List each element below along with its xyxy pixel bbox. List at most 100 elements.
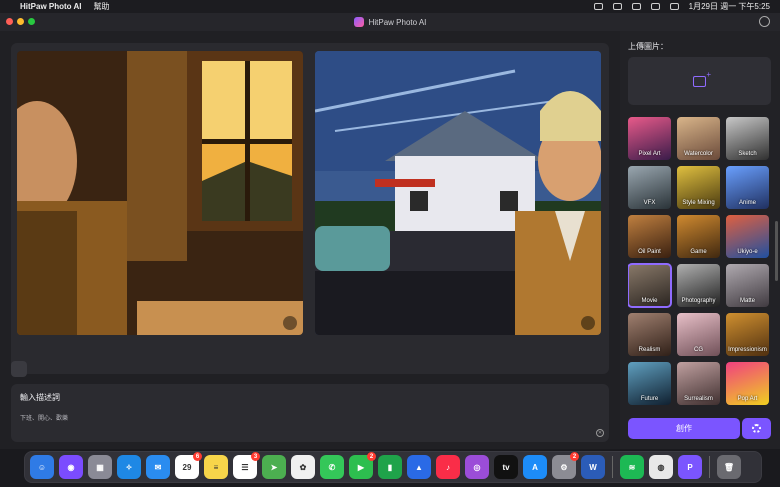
dock-glyph: ◉	[67, 462, 75, 472]
main-workspace: 輸入描述詞 下班、開心、歡樂 ✕	[0, 31, 620, 449]
hitpaw-app-icon[interactable]: P	[678, 455, 702, 479]
window-controls	[6, 18, 35, 25]
music-app-icon[interactable]: ♪	[436, 455, 460, 479]
dock-glyph: ◎	[473, 462, 481, 472]
menu-help[interactable]: 幫助	[93, 1, 109, 12]
podcasts-app-icon[interactable]: ◎	[465, 455, 489, 479]
upload-image-area[interactable]	[628, 57, 771, 105]
style-option-label: Oil Paint	[638, 249, 661, 255]
style-option[interactable]: Realism	[628, 313, 671, 356]
dock-glyph: ▲	[415, 462, 423, 472]
style-option[interactable]: Impressionism	[726, 313, 769, 356]
system-settings-app-icon[interactable]: ⚙ 2	[552, 452, 579, 479]
style-option[interactable]: CG	[677, 313, 720, 356]
chrome-app-icon[interactable]: ◍	[649, 455, 673, 479]
style-option-label: Sketch	[738, 151, 757, 157]
zoom-window-button[interactable]	[28, 18, 35, 25]
user-account-icon[interactable]	[759, 16, 770, 27]
menu-bar: HitPaw Photo AI 幫助 1月29日 週一 下午5:25	[0, 0, 780, 13]
numbers-app-icon[interactable]: ▮	[378, 455, 402, 479]
style-option[interactable]: Future	[628, 362, 671, 405]
close-window-button[interactable]	[6, 18, 13, 25]
style-option[interactable]: Watercolor	[677, 117, 720, 160]
style-option[interactable]: Game	[677, 215, 720, 258]
style-option[interactable]: Photography	[677, 264, 720, 307]
create-button[interactable]: 創作	[628, 418, 740, 439]
home-button[interactable]	[11, 361, 27, 377]
app-logo-icon	[353, 17, 364, 27]
style-option[interactable]: Ukiyo-e	[726, 215, 769, 258]
notification-badge: 2	[570, 452, 579, 461]
download-icon[interactable]	[283, 316, 297, 330]
notes-app-icon[interactable]: ≡	[204, 455, 228, 479]
maps-app-icon[interactable]: ➤	[262, 455, 286, 479]
style-option[interactable]: Pixel Art	[628, 117, 671, 160]
siri-app-icon[interactable]: ◉	[59, 455, 83, 479]
dock-glyph: 29	[182, 462, 192, 472]
dock-glyph: ☰	[241, 462, 249, 472]
style-option-label: CG	[694, 347, 703, 353]
search-icon[interactable]	[650, 3, 660, 10]
style-option-label: Future	[640, 396, 659, 402]
mail-app-icon[interactable]: ✉	[146, 455, 170, 479]
messages-app-icon[interactable]: ✆	[320, 455, 344, 479]
style-option[interactable]: Style Mixing	[677, 166, 720, 209]
notification-badge: 2	[367, 452, 376, 461]
dock-separator	[612, 456, 613, 478]
prompt-input[interactable]: 下班、開心、歡樂	[20, 413, 600, 422]
image-comparison-stage	[11, 43, 609, 374]
menu-clock[interactable]: 1月29日 週一 下午5:25	[689, 1, 770, 12]
control-center-icon[interactable]	[669, 3, 679, 10]
style-option[interactable]: Anime	[726, 166, 769, 209]
calendar-app-icon[interactable]: 29 6	[175, 452, 202, 479]
safari-app-icon[interactable]: ✧	[117, 455, 141, 479]
battery-icon[interactable]	[612, 3, 622, 10]
style-option-label: Movie	[641, 298, 658, 304]
dock-glyph: ☺	[37, 462, 47, 472]
style-sidebar: 上傳圖片： Pixel Art Watercolor Sketch VFX Style …	[620, 31, 780, 449]
style-option-label: Matte	[739, 298, 755, 304]
dock-glyph: ▮	[387, 462, 393, 472]
style-option[interactable]: VFX	[628, 166, 671, 209]
notification-badge: 3	[251, 452, 260, 461]
download-icon[interactable]	[581, 316, 595, 330]
minimize-window-button[interactable]	[17, 18, 24, 25]
finder-app-icon[interactable]: ☺	[30, 455, 54, 479]
style-option[interactable]: Movie	[628, 263, 672, 308]
generated-image-2[interactable]	[315, 51, 601, 335]
dock-glyph: ♪	[446, 462, 450, 472]
wifi-icon[interactable]	[631, 3, 641, 10]
apple-tv-app-icon[interactable]: tv	[494, 455, 518, 479]
notification-badge: 6	[193, 452, 202, 461]
gear-icon	[752, 424, 761, 433]
style-option[interactable]: Oil Paint	[628, 215, 671, 258]
reminders-app-icon[interactable]: ☰ 3	[233, 452, 260, 479]
sidebar-scrollbar[interactable]	[775, 221, 778, 281]
style-option[interactable]: Pop Art	[726, 362, 769, 405]
keynote-app-icon[interactable]: ▲	[407, 455, 431, 479]
dock-glyph: ▦	[96, 462, 104, 472]
clear-prompt-icon[interactable]: ✕	[596, 429, 604, 437]
settings-button[interactable]	[742, 418, 771, 439]
launchpad-app-icon[interactable]: ▦	[88, 455, 112, 479]
menu-app-name[interactable]: HitPaw Photo AI	[20, 2, 81, 11]
spotify-app-icon[interactable]: ≋	[620, 455, 644, 479]
style-option[interactable]: Sketch	[726, 117, 769, 160]
keyboard-icon[interactable]	[593, 3, 603, 10]
dock: ☺ ◉ ▦ ✧ ✉ 29 6 ≡ ☰ 3 ➤ ✿ ✆ ▶ 2 ▮ ▲ ♪ ◎ tv A ⚙ 2 W ≋ ◍ P 🗑	[24, 451, 762, 483]
trash-app-icon[interactable]: 🗑	[717, 455, 741, 479]
word-app-icon[interactable]: W	[581, 455, 605, 479]
upload-label: 上傳圖片：	[628, 42, 668, 51]
dock-glyph: ✉	[154, 462, 162, 472]
photos-app-icon[interactable]: ✿	[291, 455, 315, 479]
dock-glyph: W	[589, 462, 597, 472]
style-option-label: Realism	[638, 347, 661, 353]
style-option[interactable]: Surrealism	[677, 362, 720, 405]
facetime-app-icon[interactable]: ▶ 2	[349, 452, 376, 479]
dock-glyph: ✧	[125, 462, 133, 472]
dock-glyph: ▶	[357, 462, 365, 472]
app-store-app-icon[interactable]: A	[523, 455, 547, 479]
style-option[interactable]: Matte	[726, 264, 769, 307]
style-option-label: Ukiyo-e	[737, 249, 758, 255]
generated-image-1[interactable]	[17, 51, 303, 335]
